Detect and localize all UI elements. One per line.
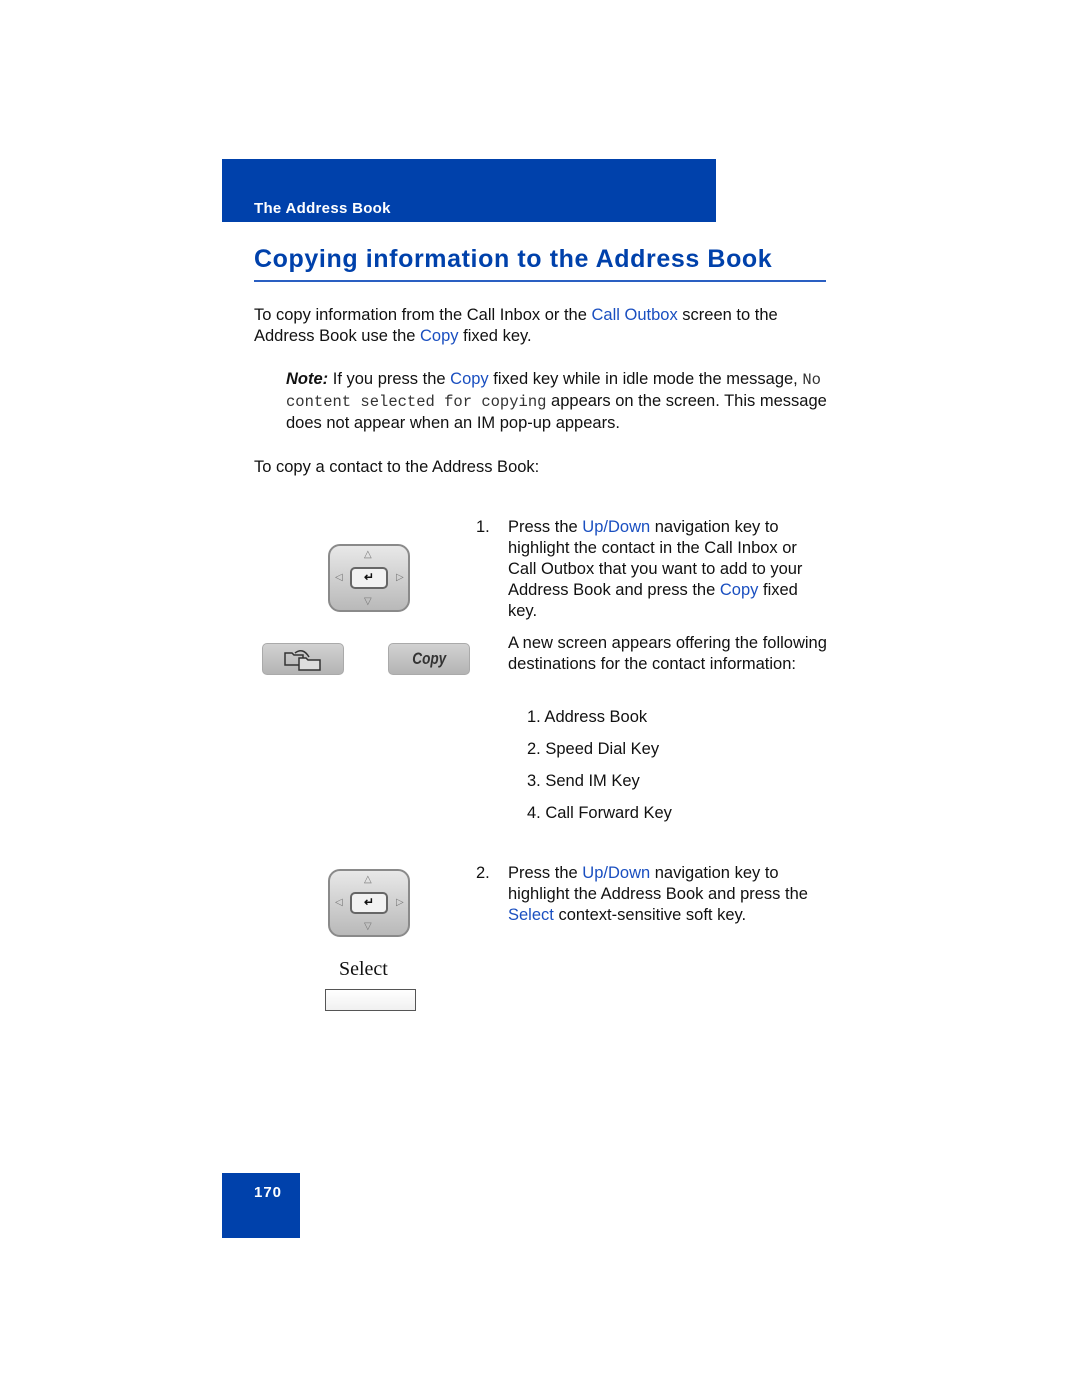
up-down-key-link: Up/Down (582, 864, 651, 882)
note-paragraph: Note: If you press the Copy fixed key wh… (286, 369, 831, 434)
up-arrow-icon: △ (364, 549, 372, 560)
copy-key-link: Copy (719, 581, 759, 599)
destination-item: 1. Address Book (527, 708, 648, 726)
step-text-part: Press the (508, 864, 583, 882)
navigation-key-image: △ ▽ ◁ ▷ ↵ (328, 869, 410, 937)
destination-item: 3. Send IM Key (527, 772, 640, 790)
right-arrow-icon: ▷ (396, 897, 404, 908)
navigation-key-image: △ ▽ ◁ ▷ ↵ (328, 544, 410, 612)
destination-item: 2. Speed Dial Key (527, 740, 660, 758)
destinations-intro: A new screen appears offering the follow… (508, 634, 827, 673)
folder-key-image (262, 643, 344, 675)
lead-text: To copy a contact to the Address Book: (254, 458, 540, 476)
section-header: The Address Book (254, 200, 391, 217)
select-softkey-label: Select (339, 958, 388, 980)
up-arrow-icon: △ (364, 874, 372, 885)
page-number: 170 (254, 1184, 283, 1201)
select-key-link: Select (508, 906, 554, 924)
copy-key-image: Copy (388, 643, 470, 675)
left-arrow-icon: ◁ (335, 897, 343, 908)
call-outbox-link: Call Outbox (591, 306, 678, 324)
left-arrow-icon: ◁ (335, 572, 343, 583)
step-text-part: Press the (508, 518, 583, 536)
enter-icon: ↵ (350, 892, 388, 914)
step-number: 1. (476, 518, 490, 536)
note-label: Note: (286, 370, 329, 388)
step-text-part: context-sensitive soft key. (553, 906, 747, 924)
copy-key-label: Copy (412, 649, 446, 668)
step-text: Press the Up/Down navigation key to high… (508, 517, 828, 622)
down-arrow-icon: ▽ (364, 596, 372, 607)
enter-icon: ↵ (350, 567, 388, 589)
page-number-box (222, 1173, 300, 1238)
step-text: Press the Up/Down navigation key to high… (508, 863, 828, 926)
down-arrow-icon: ▽ (364, 921, 372, 932)
right-arrow-icon: ▷ (396, 572, 404, 583)
select-softkey-image (325, 989, 416, 1011)
note-text: If you press the (328, 370, 451, 388)
page-title: Copying information to the Address Book (254, 245, 773, 273)
copy-key-link: Copy (420, 327, 459, 345)
folder-copy-icon (284, 650, 321, 671)
note-text: fixed key while in idle mode the message… (488, 370, 803, 388)
intro-text: To copy information from the Call Inbox … (254, 306, 592, 324)
title-rule (254, 280, 826, 282)
step-number: 2. (476, 864, 490, 882)
intro-text: fixed key. (458, 327, 532, 345)
copy-key-link: Copy (450, 370, 489, 388)
destination-item: 4. Call Forward Key (527, 804, 672, 822)
up-down-key-link: Up/Down (582, 518, 651, 536)
intro-paragraph: To copy information from the Call Inbox … (254, 305, 834, 347)
